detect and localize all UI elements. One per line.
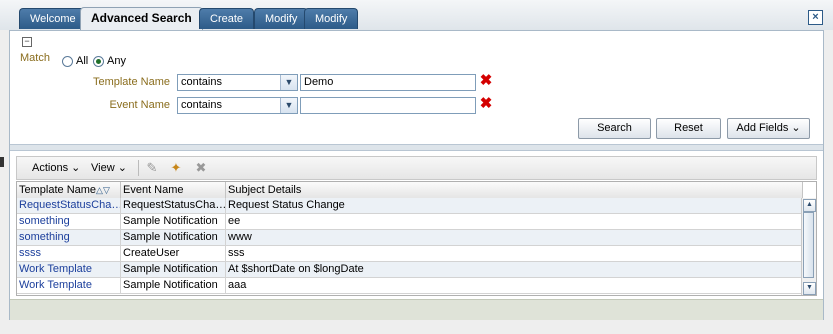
tab-create[interactable]: Create bbox=[199, 8, 255, 29]
create-new-icon[interactable]: ✦ bbox=[168, 160, 184, 176]
vertical-scrollbar[interactable]: ▲ ▼ bbox=[801, 198, 816, 295]
close-icon[interactable]: × bbox=[808, 10, 823, 25]
advanced-search-panel: − Match All Any Template Name contains ▼… bbox=[9, 30, 824, 320]
subject-details-cell: www bbox=[226, 230, 803, 246]
subject-details-cell: At $shortDate on $longDate bbox=[226, 262, 803, 278]
add-fields-label: Add Fields bbox=[736, 122, 789, 134]
results-table: Template Name△▽ Event Name Subject Detai… bbox=[16, 181, 817, 296]
subject-details-cell: aaa bbox=[226, 278, 803, 294]
view-menu[interactable]: View ⌄ bbox=[91, 161, 127, 174]
match-any-radio[interactable] bbox=[93, 56, 104, 67]
table-row[interactable]: something Sample Notification ee bbox=[17, 214, 803, 230]
match-any-label: Any bbox=[107, 55, 126, 67]
event-name-input[interactable] bbox=[300, 97, 476, 114]
chevron-down-icon[interactable]: ▼ bbox=[280, 98, 297, 113]
table-footer bbox=[10, 299, 823, 320]
event-name-cell: Sample Notification bbox=[121, 230, 226, 246]
event-name-label: Event Name bbox=[109, 99, 170, 111]
panel-splitter[interactable] bbox=[10, 144, 823, 151]
template-name-operator-value: contains bbox=[181, 76, 222, 88]
add-fields-button[interactable]: Add Fields ⌄ bbox=[727, 118, 810, 139]
scroll-up-icon[interactable]: ▲ bbox=[803, 199, 816, 212]
event-name-cell: CreateUser bbox=[121, 246, 226, 262]
scroll-down-icon[interactable]: ▼ bbox=[803, 282, 816, 295]
tab-advanced-search[interactable]: Advanced Search bbox=[80, 7, 203, 30]
tab-welcome[interactable]: Welcome bbox=[19, 8, 87, 29]
tab-modify-1[interactable]: Modify bbox=[254, 8, 309, 29]
event-name-cell: Sample Notification bbox=[121, 214, 226, 230]
subject-details-cell: sss bbox=[226, 246, 803, 262]
table-header: Template Name△▽ Event Name Subject Detai… bbox=[17, 182, 803, 199]
delete-template-name-icon[interactable]: ✖ bbox=[479, 73, 493, 88]
template-name-operator-select[interactable]: contains ▼ bbox=[177, 74, 298, 91]
table-row[interactable]: something Sample Notification www bbox=[17, 230, 803, 246]
template-name-cell[interactable]: something bbox=[17, 214, 121, 230]
event-name-cell: Sample Notification bbox=[121, 262, 226, 278]
event-name-operator-value: contains bbox=[181, 99, 222, 111]
toolbar-divider bbox=[138, 160, 139, 176]
collapse-icon[interactable]: − bbox=[22, 37, 32, 47]
column-header-event-name[interactable]: Event Name bbox=[121, 182, 226, 198]
template-name-cell[interactable]: ssss bbox=[17, 246, 121, 262]
delete-icon[interactable]: ✖ bbox=[193, 160, 209, 176]
scroll-thumb[interactable] bbox=[803, 212, 814, 278]
tab-bar: Welcome Advanced Search Create Modify Mo… bbox=[0, 0, 833, 30]
match-all-label: All bbox=[76, 55, 89, 67]
table-row[interactable]: Work Template Sample Notification At $sh… bbox=[17, 262, 803, 278]
reset-button[interactable]: Reset bbox=[656, 118, 721, 139]
sort-icon[interactable]: △▽ bbox=[96, 185, 110, 195]
delete-event-name-icon[interactable]: ✖ bbox=[479, 96, 493, 111]
splitter-handle[interactable] bbox=[0, 157, 4, 167]
template-name-cell[interactable]: Work Template bbox=[17, 278, 121, 294]
table-row[interactable]: RequestStatusCha… RequestStatusCha… Requ… bbox=[17, 198, 803, 214]
chevron-down-icon: ⌄ bbox=[791, 122, 801, 134]
results-toolbar: Actions ⌄ View ⌄ ✎ ✦ ✖ bbox=[16, 156, 817, 180]
match-label: Match bbox=[20, 52, 50, 64]
template-name-cell[interactable]: RequestStatusCha… bbox=[17, 198, 121, 214]
table-row[interactable]: Work Template Sample Notification aaa bbox=[17, 278, 803, 294]
column-header-template-name[interactable]: Template Name△▽ bbox=[17, 182, 121, 198]
event-name-cell: Sample Notification bbox=[121, 278, 226, 294]
chevron-down-icon[interactable]: ▼ bbox=[280, 75, 297, 90]
column-header-subject-details[interactable]: Subject Details bbox=[226, 182, 803, 198]
template-name-label: Template Name bbox=[92, 76, 170, 88]
subject-details-cell: Request Status Change bbox=[226, 198, 803, 214]
event-name-operator-select[interactable]: contains ▼ bbox=[177, 97, 298, 114]
template-name-input[interactable]: Demo bbox=[300, 74, 476, 91]
template-name-cell[interactable]: something bbox=[17, 230, 121, 246]
edit-pencil-icon[interactable]: ✎ bbox=[144, 160, 160, 176]
match-all-radio[interactable] bbox=[62, 56, 73, 67]
subject-details-cell: ee bbox=[226, 214, 803, 230]
template-name-cell[interactable]: Work Template bbox=[17, 262, 121, 278]
search-button[interactable]: Search bbox=[578, 118, 651, 139]
table-row[interactable]: ssss CreateUser sss bbox=[17, 246, 803, 262]
tab-modify-2[interactable]: Modify bbox=[304, 8, 359, 29]
actions-menu[interactable]: Actions ⌄ bbox=[32, 161, 80, 174]
event-name-cell: RequestStatusCha… bbox=[121, 198, 226, 214]
